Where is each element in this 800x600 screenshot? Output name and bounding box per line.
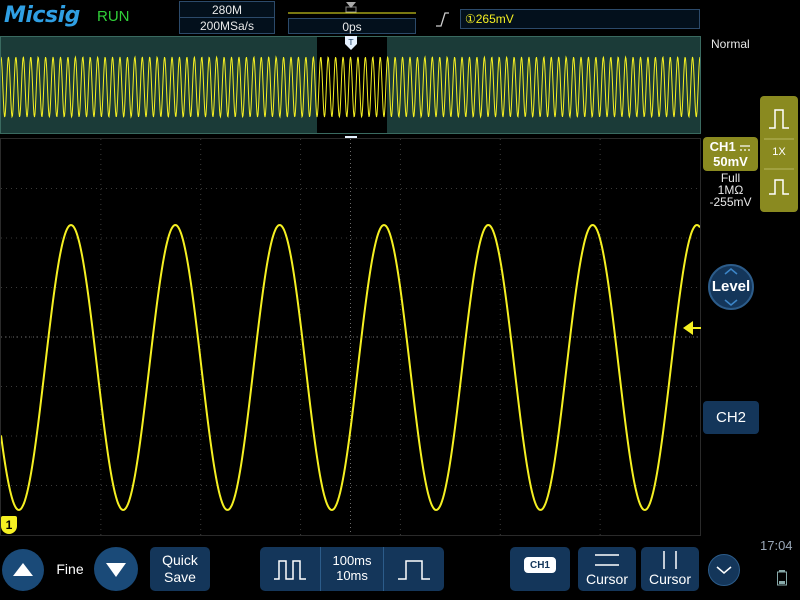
- quick-save-line2: Save: [164, 569, 196, 585]
- quick-save-line1: Quick: [162, 552, 198, 568]
- horizontal-cursor-icon: [595, 554, 619, 566]
- horizontal-cursor-button[interactable]: Cursor: [578, 547, 636, 591]
- ch1-info: Full 1MΩ -255mV: [703, 172, 758, 208]
- run-status[interactable]: RUN: [97, 8, 130, 25]
- sample-rate[interactable]: 200MSa/s: [179, 17, 275, 34]
- waveform-display[interactable]: [0, 138, 701, 536]
- delay-position-bar[interactable]: [288, 0, 418, 18]
- ch1-tag-name: CH1: [709, 139, 736, 154]
- trigger-delay[interactable]: 0ps: [288, 18, 416, 34]
- fine-label: Fine: [56, 561, 84, 577]
- level-knob-button[interactable]: Level: [708, 264, 754, 310]
- timebase-control: 100ms 10ms: [260, 547, 444, 591]
- channel-select-button[interactable]: CH1: [510, 547, 570, 591]
- timebase-readout[interactable]: 100ms 10ms: [321, 553, 383, 583]
- level-label: Level: [711, 278, 751, 295]
- timebase-primary: 100ms: [332, 553, 372, 568]
- brand-logo: Micsig: [4, 3, 80, 28]
- overview-trigger-marker-top-icon: T: [345, 36, 357, 50]
- clock: 17:04: [760, 538, 793, 553]
- dc-coupling-icon: [740, 144, 751, 151]
- graticule: [1, 139, 700, 535]
- probe-ratio: 1X: [772, 146, 786, 158]
- ch1-vertical-scale: 50mV: [713, 154, 748, 169]
- timebase-increase-button[interactable]: [384, 547, 444, 591]
- probe-down-icon: [769, 179, 789, 195]
- cursor-v-label: Cursor: [648, 571, 691, 587]
- memory-depth[interactable]: 280M: [179, 1, 275, 18]
- quick-save-button[interactable]: Quick Save: [150, 547, 210, 591]
- ch1-scale-tag[interactable]: CH1 50mV: [703, 137, 758, 171]
- arrow-up-icon: [13, 563, 33, 576]
- rising-edge-icon[interactable]: [434, 10, 450, 28]
- wide-pulse-icon: [274, 560, 306, 580]
- battery-icon: [777, 570, 787, 586]
- probe-attenuation-panel[interactable]: 1X: [760, 96, 798, 212]
- menu-expand-button[interactable]: [708, 554, 740, 586]
- ch1-ground-marker[interactable]: 1: [1, 516, 17, 534]
- narrow-pulse-icon: [398, 560, 430, 580]
- ch1-offset: -255mV: [709, 195, 752, 209]
- waveform-overview[interactable]: [0, 36, 701, 134]
- trigger-level-readout[interactable]: ①265mV: [460, 9, 700, 29]
- svg-text:T: T: [348, 38, 354, 47]
- probe-up-icon: [769, 109, 789, 129]
- ch1-chip-icon: CH1: [524, 557, 556, 573]
- fine-up-button[interactable]: [2, 549, 44, 591]
- vertical-cursor-icon: [663, 551, 677, 569]
- arrow-down-icon: [106, 563, 126, 577]
- timebase-secondary: 10ms: [336, 568, 368, 583]
- vertical-cursor-button[interactable]: Cursor: [641, 547, 699, 591]
- trigger-mode[interactable]: Normal: [711, 37, 750, 51]
- ch2-button[interactable]: CH2: [703, 401, 759, 434]
- fine-down-button[interactable]: [94, 547, 138, 591]
- level-down-icon: [724, 299, 738, 306]
- chevron-down-icon: [716, 566, 732, 574]
- cursor-h-label: Cursor: [585, 571, 628, 587]
- trigger-level-arrow-icon[interactable]: [683, 321, 701, 335]
- level-up-icon: [724, 268, 738, 275]
- timebase-decrease-button[interactable]: [260, 547, 320, 591]
